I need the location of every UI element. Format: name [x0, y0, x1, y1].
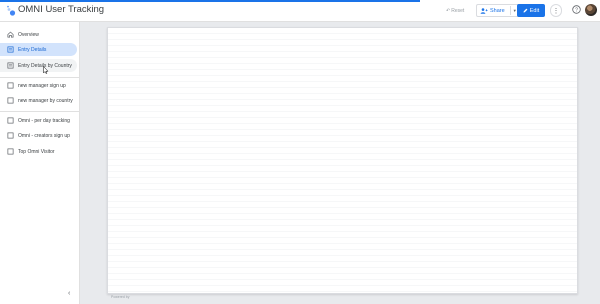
- sidebar-item-label: Entry Details: [18, 46, 47, 53]
- loading-placeholder: [108, 28, 577, 293]
- share-button[interactable]: Share ▼: [476, 4, 521, 17]
- top-bar: OMNI User Tracking ↶ Reset Share ▼ Edit …: [0, 0, 600, 22]
- report-canvas[interactable]: [107, 27, 578, 294]
- more-options-button[interactable]: ⋮: [550, 4, 562, 17]
- sidebar-item-entry-details[interactable]: Entry Details: [0, 43, 77, 56]
- sidebar-item-label: Top Omni Visitor: [18, 148, 55, 155]
- canvas-footer: Powered by: [111, 295, 130, 299]
- page-icon: [7, 148, 14, 155]
- reset-button[interactable]: ↶ Reset: [446, 5, 464, 16]
- mouse-cursor-icon: [43, 66, 49, 74]
- page-icon: [7, 132, 14, 139]
- share-divider: [509, 6, 511, 15]
- collapse-sidebar-chevron-icon[interactable]: ‹: [68, 290, 75, 297]
- sidebar-item-omni-creators-sign-up[interactable]: Omni - creators sign up: [0, 129, 77, 142]
- edit-label: Edit: [529, 7, 540, 14]
- sidebar-item-label: Overview: [18, 31, 39, 38]
- share-label: Share: [490, 7, 505, 14]
- sidebar-item-label: new manager by country: [18, 97, 73, 104]
- avatar[interactable]: [585, 4, 597, 16]
- page-icon: [7, 82, 14, 89]
- page-icon: [7, 97, 14, 104]
- sidebar-item-label: new manager sign up: [18, 82, 66, 89]
- page-icon: [7, 117, 14, 124]
- reset-label: Reset: [451, 7, 465, 14]
- sidebar-item-omni-per-day-tracking[interactable]: Omni - per day tracking: [0, 114, 77, 127]
- help-icon[interactable]: ?: [572, 5, 581, 14]
- sidebar-item-new-manager-sign-up[interactable]: new manager sign up: [0, 79, 77, 92]
- sidebar-divider: [0, 77, 80, 78]
- edit-button[interactable]: Edit: [517, 4, 545, 17]
- sidebar-item-overview[interactable]: Overview: [0, 28, 77, 41]
- sidebar-item-label: Omni - creators sign up: [18, 132, 70, 139]
- loading-progress-bar: [0, 0, 420, 2]
- pencil-icon: [523, 8, 528, 13]
- sidebar-item-label: Omni - per day tracking: [18, 117, 70, 124]
- home-icon: [7, 31, 14, 38]
- app-title: OMNI User Tracking: [18, 4, 105, 15]
- sidebar: Overview Entry Details Entry Details by …: [0, 22, 80, 304]
- sidebar-item-new-manager-by-country[interactable]: new manager by country: [0, 94, 77, 107]
- sidebar-item-entry-details-by-country[interactable]: Entry Details by Country: [0, 59, 77, 72]
- sidebar-item-top-omni-visitor[interactable]: Top Omni Visitor: [0, 145, 77, 158]
- add-person-icon: [480, 7, 488, 14]
- sidebar-divider: [0, 111, 80, 112]
- undo-icon: ↶: [446, 7, 451, 14]
- more-vert-icon: ⋮: [552, 7, 560, 15]
- looker-studio-logo: [7, 5, 16, 16]
- page-icon: [7, 62, 14, 69]
- svg-text:?: ?: [575, 7, 578, 13]
- page-icon: [7, 46, 14, 53]
